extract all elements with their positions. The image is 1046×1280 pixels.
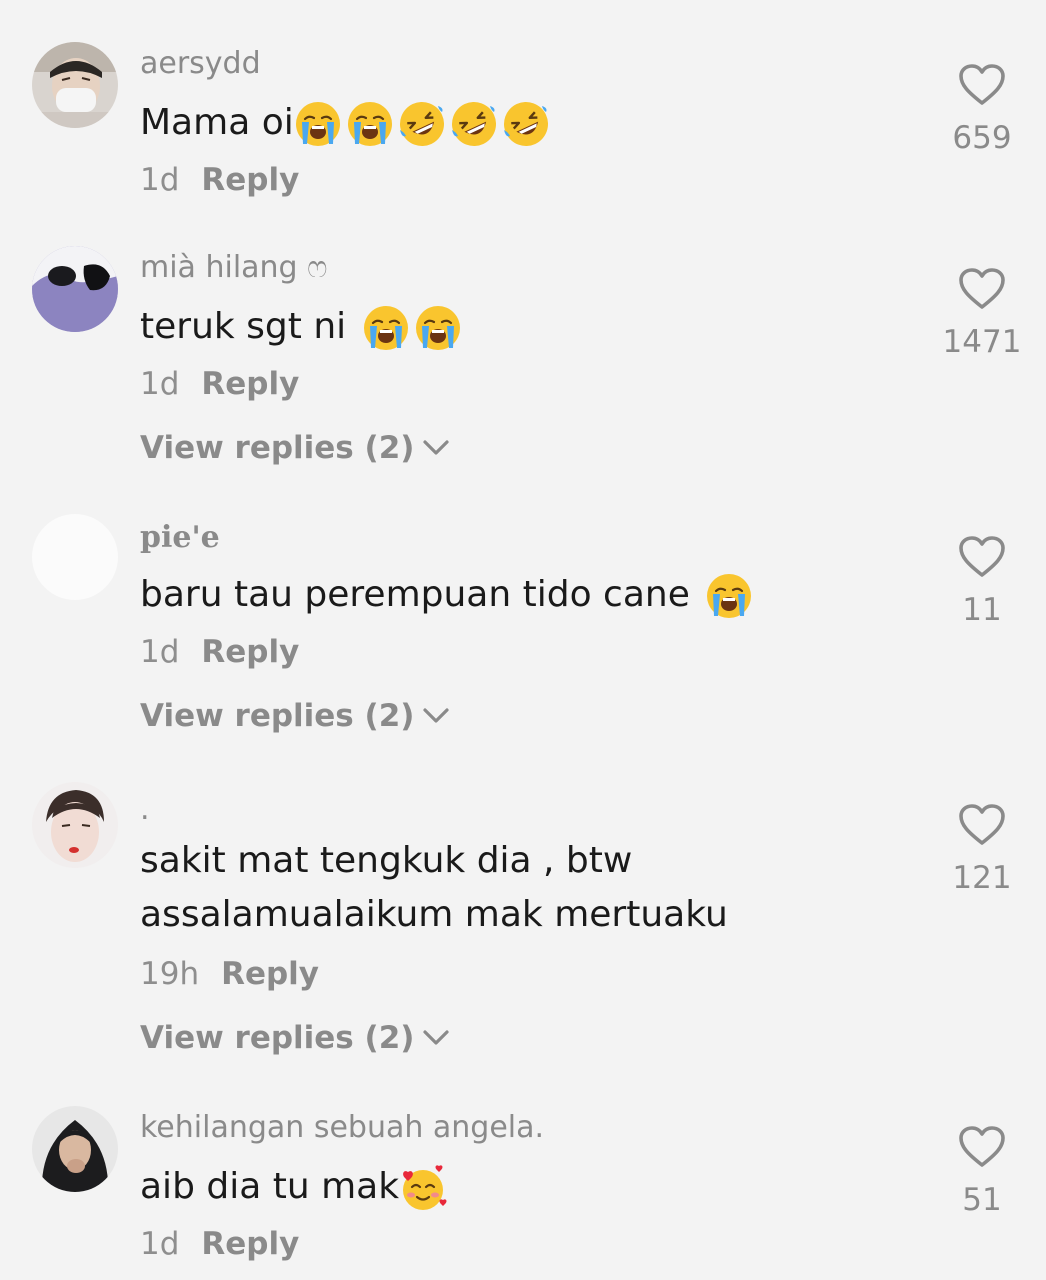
view-replies-button[interactable]: View replies (2) (140, 430, 450, 466)
chevron-down-icon (422, 1028, 450, 1048)
smiling-face-with-hearts-icon (399, 1164, 447, 1212)
comment-text: sakit mat tengkuk dia , btw assalamualai… (140, 834, 728, 942)
timestamp: 1d (140, 634, 180, 670)
chevron-down-icon (422, 706, 450, 726)
reply-button[interactable]: Reply (201, 634, 299, 670)
comment-text: aib dia tu mak (140, 1160, 447, 1214)
timestamp: 1d (140, 162, 180, 198)
view-replies-button[interactable]: View replies (2) (140, 1020, 450, 1056)
like-button[interactable]: 11 (938, 534, 1026, 628)
avatar[interactable] (32, 782, 118, 868)
username[interactable]: pie'e (140, 520, 220, 555)
avatar[interactable] (32, 514, 118, 600)
like-button[interactable]: 1471 (938, 266, 1026, 360)
loudly-crying-face-icon (294, 100, 342, 148)
comment-meta: 1d Reply (140, 366, 299, 402)
comment-meta: 1d Reply (140, 1226, 299, 1262)
reply-button[interactable]: Reply (201, 366, 299, 402)
comment-text-body: aib dia tu mak (140, 1166, 400, 1207)
avatar[interactable] (32, 1106, 118, 1192)
username[interactable]: . (140, 792, 150, 827)
comment-text: teruk sgt ni (140, 300, 462, 354)
comments-panel: aersydd Mama oi 1d Reply 659 mià hilang ෆ… (0, 0, 1046, 1280)
heart-icon[interactable] (958, 266, 1006, 314)
reply-button[interactable]: Reply (201, 1226, 299, 1262)
like-count: 659 (952, 120, 1012, 156)
loudly-crying-face-icon (362, 304, 410, 352)
like-count: 1471 (942, 324, 1022, 360)
like-count: 51 (962, 1182, 1002, 1218)
like-count: 121 (952, 860, 1012, 896)
like-count: 11 (962, 592, 1002, 628)
loudly-crying-face-icon (705, 572, 753, 620)
reply-button[interactable]: Reply (221, 956, 319, 992)
avatar[interactable] (32, 42, 118, 128)
comment-text-line: sakit mat tengkuk dia , btw (140, 840, 633, 881)
view-replies-label: View replies (2) (140, 430, 415, 466)
comment-text-body: baru tau perempuan tido cane (140, 574, 702, 615)
comment-text: Mama oi (140, 96, 550, 150)
heart-icon[interactable] (958, 802, 1006, 850)
heart-icon[interactable] (958, 534, 1006, 582)
comment-text: baru tau perempuan tido cane (140, 568, 753, 622)
username[interactable]: aersydd (140, 46, 261, 81)
loudly-crying-face-icon (414, 304, 462, 352)
loudly-crying-face-icon (346, 100, 394, 148)
avatar[interactable] (32, 246, 118, 332)
view-replies-button[interactable]: View replies (2) (140, 698, 450, 734)
comment-text-line: assalamualaikum mak mertuaku (140, 894, 728, 935)
rofl-face-icon (450, 100, 498, 148)
heart-icon[interactable] (958, 1124, 1006, 1172)
like-button[interactable]: 121 (938, 802, 1026, 896)
comment-text-body: teruk sgt ni (140, 306, 358, 347)
username[interactable]: mià hilang ෆ (140, 250, 327, 285)
comment-text-body: Mama oi (140, 102, 294, 143)
reply-button[interactable]: Reply (201, 162, 299, 198)
rofl-face-icon (398, 100, 446, 148)
comment-meta: 19h Reply (140, 956, 319, 992)
timestamp: 19h (140, 956, 200, 992)
comment-meta: 1d Reply (140, 634, 299, 670)
username[interactable]: kehilangan sebuah angela. (140, 1110, 544, 1145)
rofl-face-icon (502, 100, 550, 148)
view-replies-label: View replies (2) (140, 1020, 415, 1056)
timestamp: 1d (140, 1226, 180, 1262)
like-button[interactable]: 51 (938, 1124, 1026, 1218)
chevron-down-icon (422, 438, 450, 458)
timestamp: 1d (140, 366, 180, 402)
like-button[interactable]: 659 (938, 62, 1026, 156)
heart-icon[interactable] (958, 62, 1006, 110)
view-replies-label: View replies (2) (140, 698, 415, 734)
comment-meta: 1d Reply (140, 162, 299, 198)
